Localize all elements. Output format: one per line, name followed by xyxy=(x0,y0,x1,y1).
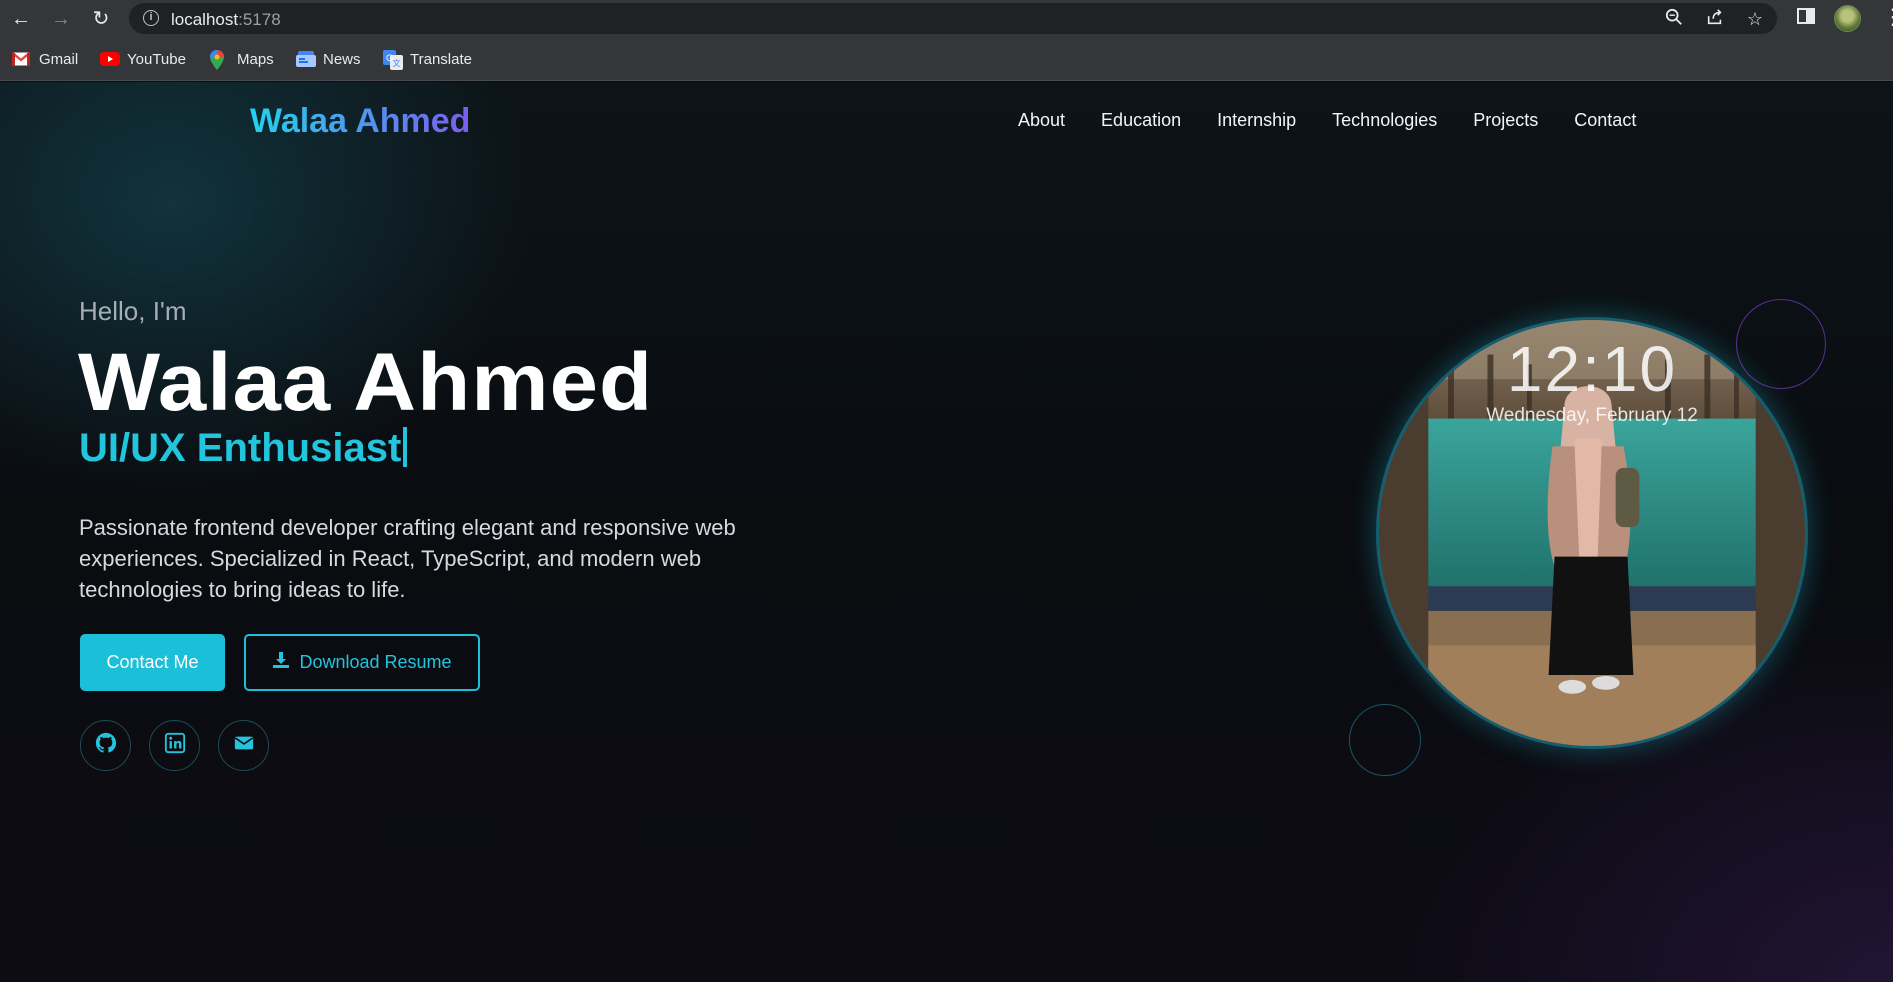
lockscreen-time: 12:10 xyxy=(1506,333,1678,405)
news-icon xyxy=(296,50,316,68)
bookmark-translate[interactable]: G文 Translate xyxy=(383,47,472,71)
youtube-icon xyxy=(100,50,120,68)
bookmark-youtube[interactable]: YouTube xyxy=(100,47,186,71)
reload-icon[interactable]: ↻ xyxy=(88,6,114,32)
address-bar[interactable]: i localhost:5178 ☆ xyxy=(129,3,1777,34)
hero-description: Passionate frontend developer crafting e… xyxy=(79,515,736,602)
share-icon[interactable] xyxy=(1704,8,1726,30)
hero-role-text: UI/UX Enthusiast xyxy=(79,426,402,470)
mail-icon xyxy=(233,732,255,759)
linkedin-link[interactable] xyxy=(149,720,200,771)
url-text[interactable]: localhost:5178 xyxy=(171,10,281,30)
email-link[interactable] xyxy=(218,720,269,771)
download-resume-button[interactable]: Download Resume xyxy=(244,634,480,691)
bookmark-star-icon[interactable]: ☆ xyxy=(1744,8,1766,30)
nav-link-about[interactable]: About xyxy=(1018,110,1065,131)
main-nav: About Education Internship Technologies … xyxy=(1018,110,1636,131)
bookmark-gmail[interactable]: Gmail xyxy=(11,47,78,71)
bookmarks-bar: Gmail YouTube Maps News G文 Translate xyxy=(0,37,1893,81)
decorative-ring-teal xyxy=(1349,704,1421,776)
nav-link-education[interactable]: Education xyxy=(1101,110,1181,131)
lockscreen-date: Wednesday, February 12 xyxy=(1486,405,1698,426)
hero-name: Walaa Ahmed xyxy=(78,337,654,428)
forward-icon[interactable]: → xyxy=(48,6,74,32)
nav-link-internship[interactable]: Internship xyxy=(1217,110,1296,131)
download-icon xyxy=(272,651,290,674)
github-link[interactable] xyxy=(80,720,131,771)
download-resume-label: Download Resume xyxy=(299,652,452,672)
nav-link-contact[interactable]: Contact xyxy=(1574,110,1636,131)
nav-link-technologies[interactable]: Technologies xyxy=(1332,110,1437,131)
portfolio-page: Walaa Ahmed About Education Internship T… xyxy=(0,82,1893,982)
translate-icon: G文 xyxy=(383,50,403,70)
svg-text:文: 文 xyxy=(393,58,401,68)
contact-me-button[interactable]: Contact Me xyxy=(80,634,225,691)
github-icon xyxy=(95,732,117,759)
hero-greeting: Hello, I'm xyxy=(79,296,187,326)
bookmark-maps[interactable]: Maps xyxy=(210,47,274,71)
profile-photo: 12:10 Wednesday, February 12 xyxy=(1376,317,1808,749)
site-logo[interactable]: Walaa Ahmed xyxy=(250,102,470,141)
site-info-icon[interactable]: i xyxy=(143,10,159,26)
hero-role: UI/UX Enthusiast xyxy=(79,426,408,471)
bookmark-news[interactable]: News xyxy=(296,47,361,71)
more-menu-icon[interactable]: ⋮ xyxy=(1882,5,1893,31)
side-panel-icon[interactable] xyxy=(1796,6,1820,30)
maps-icon xyxy=(210,50,228,70)
linkedin-icon xyxy=(164,732,186,759)
typing-caret xyxy=(403,427,408,467)
browser-toolbar: ← → ↻ i localhost:5178 ☆ ⋮ xyxy=(0,0,1893,37)
nav-link-projects[interactable]: Projects xyxy=(1473,110,1538,131)
profile-avatar[interactable] xyxy=(1834,5,1861,32)
zoom-icon[interactable] xyxy=(1663,8,1685,30)
gmail-icon xyxy=(11,50,31,68)
back-icon[interactable]: ← xyxy=(8,6,34,32)
